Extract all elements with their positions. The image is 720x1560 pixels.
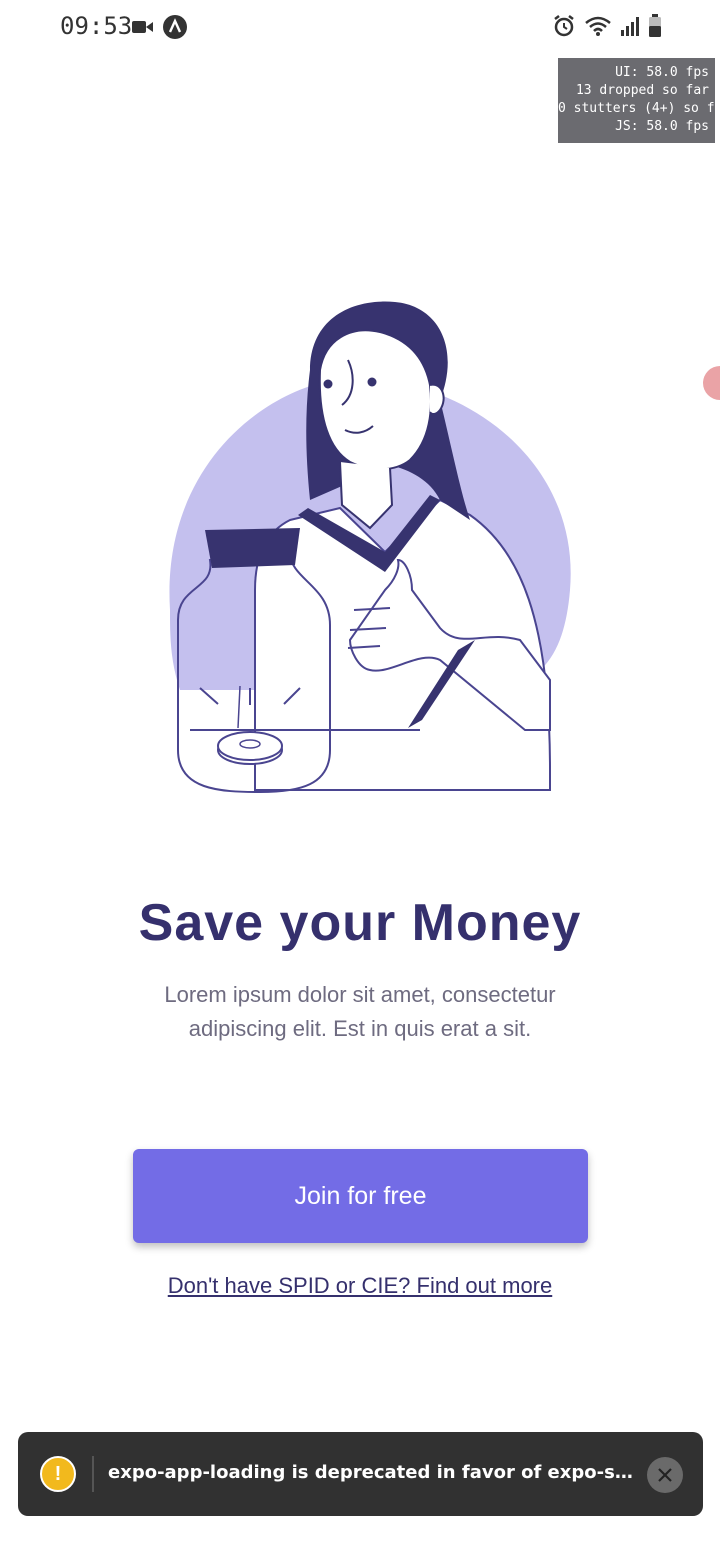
alarm-icon xyxy=(552,14,576,43)
warning-icon: ! xyxy=(40,1456,76,1492)
spid-cie-info-link[interactable]: Don't have SPID or CIE? Find out more xyxy=(0,1273,720,1299)
toast-message: expo-app-loading is deprecated in favor … xyxy=(108,1462,640,1483)
deprecation-toast[interactable]: ! expo-app-loading is deprecated in favo… xyxy=(18,1432,703,1516)
perf-stutters: 0 stutters (4+) so far xyxy=(558,101,720,116)
video-camera-icon xyxy=(132,19,154,40)
perf-monitor-overlay: UI: 58.0 fps 13 dropped so far 0 stutter… xyxy=(558,58,720,143)
close-icon[interactable] xyxy=(647,1457,683,1493)
join-button[interactable]: Join for free xyxy=(133,1149,588,1243)
perf-dropped: 13 dropped so far xyxy=(575,83,709,98)
signal-icon xyxy=(620,16,640,41)
app-a-icon xyxy=(162,14,188,45)
woman-thumbs-up-with-coin-jar-illustration xyxy=(140,290,580,810)
page-title: Save your Money xyxy=(138,894,582,952)
status-bar: 09:53 xyxy=(0,0,720,56)
wifi-icon xyxy=(584,15,612,42)
status-time: 09:53 xyxy=(60,12,133,40)
page-subtitle: Lorem ipsum dolor sit amet, consectetur … xyxy=(164,982,556,1041)
perf-ui-fps: UI: 58.0 fps xyxy=(615,65,709,80)
perf-js-fps: JS: 58.0 fps xyxy=(615,119,709,134)
toast-divider xyxy=(92,1456,94,1492)
battery-icon xyxy=(648,14,662,43)
floating-debug-handle[interactable] xyxy=(703,366,720,400)
